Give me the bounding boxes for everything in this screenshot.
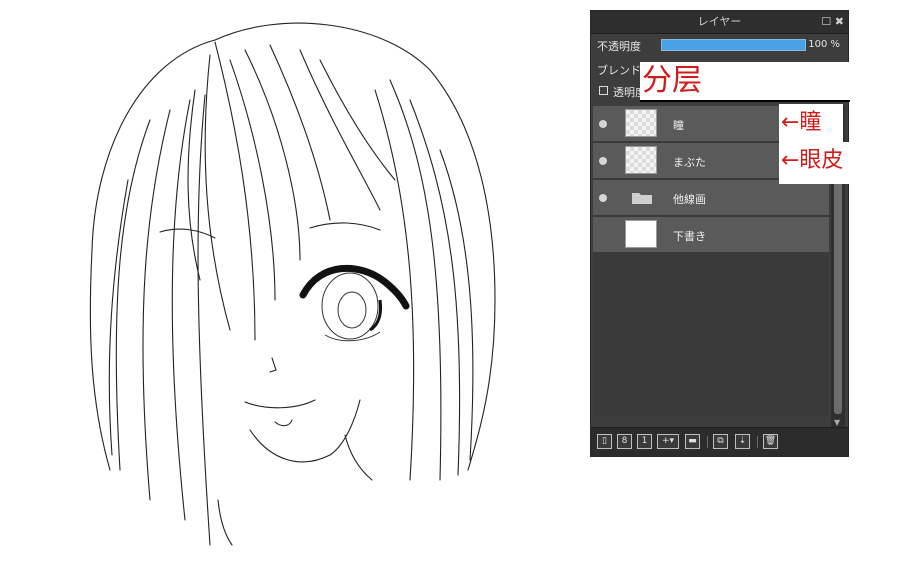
duplicate-icon[interactable]: ⧉ bbox=[713, 434, 728, 449]
clip-checkbox[interactable] bbox=[599, 86, 608, 95]
toolbar-divider bbox=[707, 436, 708, 448]
annotation-pupil: ←瞳 bbox=[779, 104, 843, 146]
layer-name: まぶた bbox=[673, 156, 706, 169]
opacity-value: 100 % bbox=[808, 39, 840, 50]
folder-icon bbox=[632, 193, 652, 204]
blend-label: ブレンド bbox=[597, 64, 641, 77]
visibility-icon[interactable] bbox=[599, 194, 607, 202]
layer-thumbnail bbox=[625, 220, 657, 248]
add-layer-menu-icon[interactable]: +▾ bbox=[657, 434, 679, 449]
annotation-eyelid: ←眼皮 bbox=[779, 142, 863, 184]
new-8bit-layer-icon[interactable]: 8 bbox=[617, 434, 632, 449]
layer-name: 他線画 bbox=[673, 193, 706, 206]
new-layer-icon[interactable]: ▯ bbox=[597, 434, 612, 449]
illustration-canvas bbox=[89, 22, 496, 546]
delete-icon[interactable]: 🗑 bbox=[763, 434, 778, 449]
folder-icon[interactable]: ▬ bbox=[685, 434, 700, 449]
layer-item-lineart-folder[interactable]: 他線画 bbox=[593, 180, 829, 216]
visibility-icon[interactable] bbox=[599, 157, 607, 165]
opacity-label: 不透明度 bbox=[597, 40, 641, 53]
eyelid-stroke bbox=[299, 264, 410, 310]
face-contour bbox=[249, 399, 361, 463]
opacity-slider[interactable] bbox=[661, 39, 806, 51]
annotation-underline bbox=[640, 100, 850, 102]
annotation-layers: 分层 bbox=[640, 62, 850, 100]
layer-item-sketch[interactable]: 下書き bbox=[593, 217, 829, 253]
hair-outline bbox=[89, 39, 216, 471]
panel-titlebar[interactable]: レイヤー ☐ ✖ bbox=[591, 11, 848, 34]
visibility-icon[interactable] bbox=[599, 120, 607, 128]
layer-thumbnail bbox=[625, 109, 657, 137]
merge-icon[interactable]: ⇣ bbox=[735, 434, 750, 449]
opacity-row: 不透明度 100 % bbox=[591, 35, 848, 55]
panel-title: レイヤー bbox=[697, 15, 742, 28]
layer-toolbar: ▯ 8 1 +▾ ▬ ⧉ ⇣ 🗑 bbox=[591, 427, 848, 456]
layer-name: 下書き bbox=[673, 230, 706, 243]
panel-window-icons[interactable]: ☐ ✖ bbox=[821, 11, 844, 33]
new-1bit-layer-icon[interactable]: 1 bbox=[637, 434, 652, 449]
toolbar-divider bbox=[757, 436, 758, 448]
scroll-down-icon[interactable]: ▼ bbox=[834, 418, 840, 427]
layer-thumbnail bbox=[625, 146, 657, 174]
layer-name: 瞳 bbox=[673, 119, 684, 132]
